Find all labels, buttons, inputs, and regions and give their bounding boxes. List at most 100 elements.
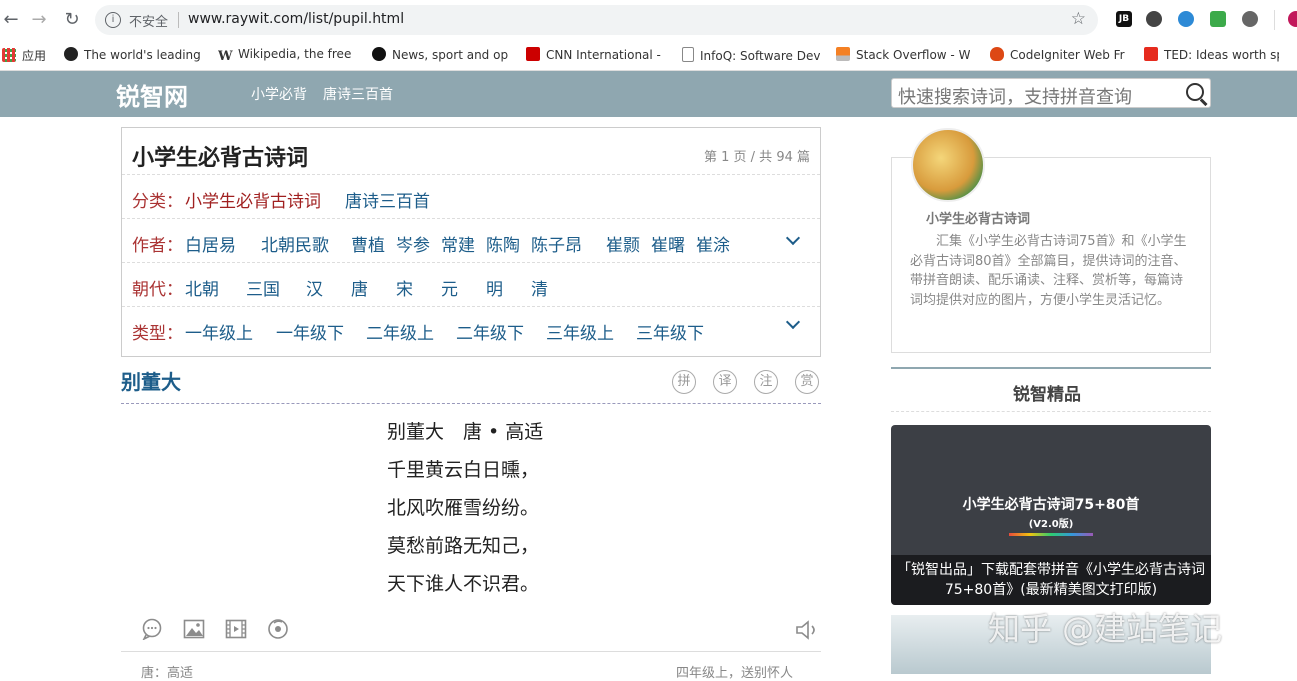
filter-row-category: 分类： 小学生必背古诗词 唐诗三百首 (122, 174, 820, 219)
filter-option[interactable]: 常建 (441, 231, 475, 256)
filter-option[interactable]: 一年级上 (185, 319, 253, 344)
filter-option[interactable]: 明 (486, 275, 503, 300)
filter-option[interactable]: 二年级下 (456, 319, 524, 344)
filter-label: 作者： (132, 236, 183, 256)
bookmark-label: News, sport and op (392, 48, 509, 62)
poem-line: 北风吹雁雪纷纷。 (387, 497, 540, 519)
balls-extension-icon[interactable] (1242, 11, 1258, 27)
filter-option[interactable]: 曹植 (351, 231, 385, 256)
filter-option[interactable]: 唐诗三百首 (345, 187, 430, 212)
speaker-icon[interactable] (795, 618, 823, 640)
toolbar-separator (1274, 10, 1275, 30)
poem-title[interactable]: 别董大 (121, 366, 181, 395)
filter-option[interactable]: 小学生必背古诗词 (185, 187, 321, 212)
gear-extension-icon[interactable] (1146, 11, 1162, 27)
search-input[interactable]: 快速搜索诗词，支持拼音查询 (891, 78, 1211, 108)
picks-divider (891, 367, 1211, 369)
poem-author-tag[interactable]: 唐：高适 (141, 662, 193, 681)
insecure-label: 不安全 (129, 15, 169, 30)
image-icon[interactable] (183, 618, 205, 640)
filter-option[interactable]: 三年级上 (546, 319, 614, 344)
bookmark-codeigniter[interactable]: CodeIgniter Web Fr (990, 47, 1128, 62)
filter-option[interactable]: 崔颢 (606, 231, 640, 256)
forward-icon[interactable]: → (28, 9, 50, 31)
filter-option[interactable]: 北朝民歌 (261, 231, 329, 256)
chevron-down-icon[interactable] (785, 230, 801, 246)
address-separator (178, 12, 179, 28)
filter-option[interactable]: 崔涂 (696, 231, 730, 256)
download-extension-icon[interactable] (1210, 11, 1226, 27)
poem-line: 莫愁前路无知己， (387, 535, 540, 557)
bookmark-github[interactable]: The world's leading (64, 47, 204, 62)
filter-option[interactable]: 三国 (246, 275, 280, 300)
filter-option[interactable]: 北朝 (185, 275, 219, 300)
bookmark-stackoverflow[interactable]: Stack Overflow - W (836, 47, 970, 62)
bookmark-infoq[interactable]: InfoQ: Software Dev (682, 47, 820, 63)
poem-line: 千里黄云白日曛， (387, 459, 540, 481)
bookmark-label: The world's leading (84, 48, 201, 62)
nav-link-pupil[interactable]: 小学必背 (251, 84, 307, 104)
site-header: 锐智网 小学必背 唐诗三百首 快速搜索诗词，支持拼音查询 (0, 71, 1297, 117)
filter-option[interactable]: 汉 (306, 275, 323, 300)
url-text[interactable]: www.raywit.com/list/pupil.html (188, 11, 404, 27)
filter-row-type: 类型： 一年级上 一年级下 二年级上 二年级下 三年级上 三年级下 (122, 306, 820, 357)
filter-option[interactable]: 陈陶 (486, 231, 520, 256)
appreciation-toggle-button[interactable]: 赏 (795, 370, 819, 394)
bookmark-star-icon[interactable]: ☆ (1071, 9, 1086, 29)
page-icon (682, 47, 694, 62)
filter-option[interactable]: 元 (441, 275, 458, 300)
site-logo[interactable]: 锐智网 (116, 77, 188, 112)
address-bar[interactable]: i 不安全 www.raywit.com/list/pupil.html ☆ (95, 5, 1098, 35)
filter-option[interactable]: 三年级下 (636, 319, 704, 344)
annotation-toggle-button[interactable]: 注 (754, 370, 778, 394)
filter-option[interactable]: 宋 (396, 275, 413, 300)
apps-label: 应用 (22, 49, 47, 63)
filter-option[interactable]: 陈子昂 (531, 231, 582, 256)
filter-panel: 小学生必背古诗词 第 1 页 / 共 94 篇 分类： 小学生必背古诗词 唐诗三… (121, 127, 821, 357)
profile-avatar-icon[interactable] (1288, 11, 1297, 27)
bookmark-wikipedia[interactable]: W Wikipedia, the free (218, 47, 354, 64)
circle-extension-icon[interactable] (1178, 11, 1194, 27)
filter-option[interactable]: 唐 (351, 275, 368, 300)
back-icon[interactable]: ← (0, 9, 22, 31)
filter-option[interactable]: 白居易 (185, 231, 236, 256)
cnn-icon (526, 47, 540, 61)
sidebar-title: 小学生必背古诗词 (926, 212, 1031, 227)
reload-icon[interactable]: ↻ (61, 9, 83, 31)
nav-link-tang300[interactable]: 唐诗三百首 (323, 84, 393, 104)
info-icon[interactable]: i (105, 12, 121, 28)
comment-icon[interactable] (141, 618, 163, 641)
bookmark-apps[interactable]: 应用 (2, 47, 46, 64)
filter-option[interactable]: 清 (531, 275, 548, 300)
filter-row-author: 作者： 白居易 北朝民歌 曹植 岑参 常建 陈陶 陈子昂 崔颢 崔曙 崔涂 (122, 218, 820, 263)
ted-icon (1144, 47, 1158, 61)
filter-option[interactable]: 崔曙 (651, 231, 685, 256)
music-icon[interactable] (267, 618, 289, 640)
banner-title: 小学生必背古诗词75+80首 (962, 497, 1140, 513)
pinyin-toggle-button[interactable]: 拼 (672, 370, 696, 394)
list-title: 小学生必背古诗词 (132, 146, 309, 171)
picks-divider (891, 411, 1211, 412)
poem-category-tags[interactable]: 四年级上，送别怀人 (676, 662, 793, 681)
video-icon[interactable] (225, 618, 247, 640)
bookmarks-bar: 应用 The world's leading W Wikipedia, the f… (0, 40, 1297, 71)
bookmark-label: Wikipedia, the free (238, 47, 352, 61)
bookmark-label: CodeIgniter Web Fr (1010, 48, 1125, 62)
chevron-down-icon[interactable] (785, 314, 801, 330)
browser-toolbar: ← → ↻ i 不安全 www.raywit.com/list/pupil.ht… (0, 0, 1297, 41)
jetbrains-extension-icon[interactable]: JB (1116, 11, 1132, 27)
bookmark-bbc[interactable]: News, sport and op (372, 47, 510, 62)
bookmark-label: CNN International - (546, 48, 661, 62)
search-icon[interactable] (1186, 83, 1204, 101)
filter-option[interactable]: 一年级下 (276, 319, 344, 344)
bookmark-ted[interactable]: TED: Ideas worth sp (1144, 47, 1279, 62)
filter-option[interactable]: 二年级上 (366, 319, 434, 344)
bookmark-label: TED: Ideas worth sp (1164, 48, 1279, 62)
bookmark-label: InfoQ: Software Dev (700, 49, 820, 63)
bookmark-cnn[interactable]: CNN International - (526, 47, 666, 62)
banner-caption[interactable]: 「锐智出品」下载配套带拼音《小学生必背古诗词75+80首》(最新精美图文打印版) (891, 555, 1211, 605)
promo-banner[interactable]: 小学生必背古诗词75+80首 (V2.0版) 「锐智出品」下载配套带拼音《小学生… (891, 425, 1211, 605)
search-placeholder: 快速搜索诗词，支持拼音查询 (898, 87, 1132, 108)
filter-option[interactable]: 岑参 (396, 231, 430, 256)
translation-toggle-button[interactable]: 译 (713, 370, 737, 394)
